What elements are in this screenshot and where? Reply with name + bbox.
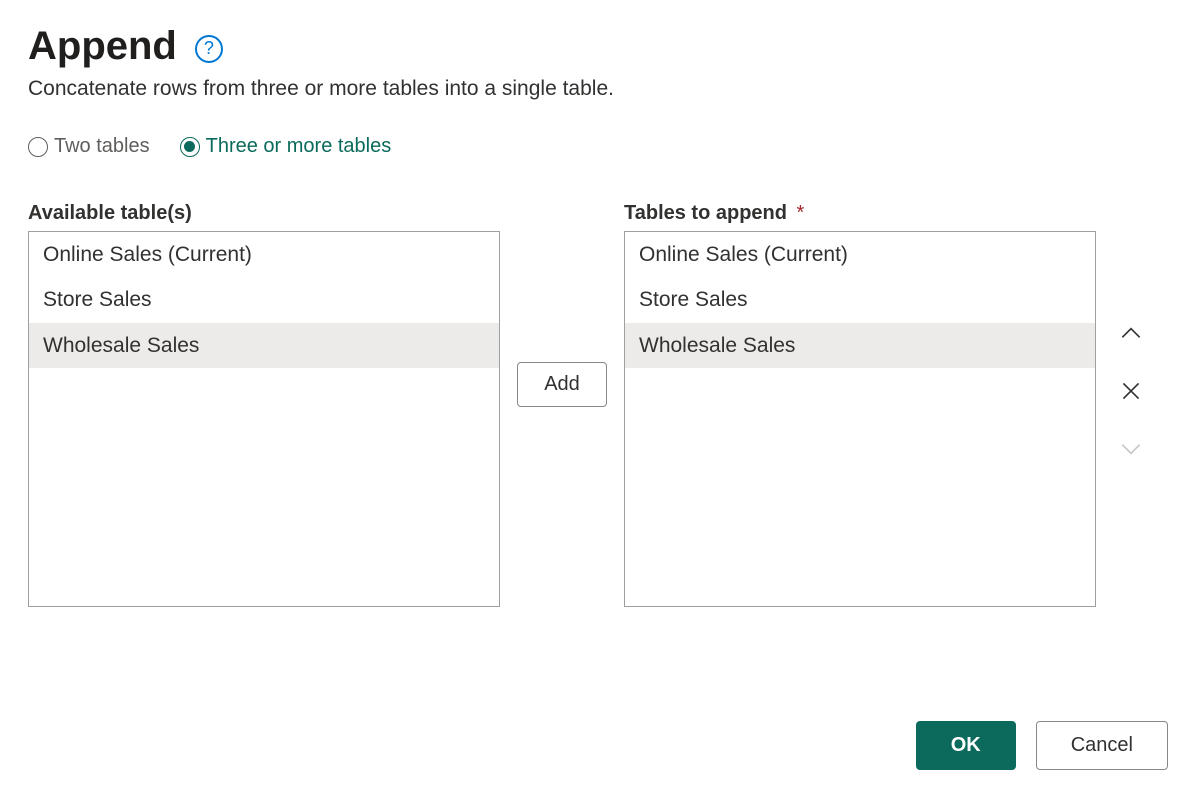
dialog-title: Append <box>28 24 177 69</box>
available-table-item[interactable]: Store Sales <box>29 277 499 322</box>
append-table-item[interactable]: Wholesale Sales <box>625 323 1095 368</box>
chevron-down-icon <box>1118 436 1144 462</box>
radio-three-or-more-label: Three or more tables <box>206 135 392 158</box>
dialog-description: Concatenate rows from three or more tabl… <box>28 77 1168 101</box>
tables-to-append-listbox[interactable]: Online Sales (Current)Store SalesWholesa… <box>624 231 1096 607</box>
close-icon <box>1118 378 1144 404</box>
remove-button[interactable] <box>1116 376 1146 406</box>
chevron-up-icon <box>1118 320 1144 346</box>
add-button[interactable]: Add <box>517 362 607 407</box>
available-tables-label: Available table(s) <box>28 202 500 225</box>
tables-to-append-label: Tables to append * <box>624 202 1096 225</box>
ok-button[interactable]: OK <box>916 721 1016 770</box>
available-table-item[interactable]: Wholesale Sales <box>29 323 499 368</box>
reorder-controls <box>1096 202 1166 607</box>
move-down-button[interactable] <box>1116 434 1146 464</box>
move-up-button[interactable] <box>1116 318 1146 348</box>
available-tables-listbox[interactable]: Online Sales (Current)Store SalesWholesa… <box>28 231 500 607</box>
required-indicator: * <box>797 202 805 224</box>
radio-two-tables-label: Two tables <box>54 135 150 158</box>
append-table-item[interactable]: Store Sales <box>625 277 1095 322</box>
tables-to-append-label-text: Tables to append <box>624 202 787 224</box>
radio-circle-icon <box>28 137 48 157</box>
radio-three-or-more-tables[interactable]: Three or more tables <box>180 135 392 158</box>
radio-two-tables[interactable]: Two tables <box>28 135 150 158</box>
help-icon[interactable]: ? <box>195 35 223 63</box>
radio-circle-icon <box>180 137 200 157</box>
available-table-item[interactable]: Online Sales (Current) <box>29 232 499 277</box>
cancel-button[interactable]: Cancel <box>1036 721 1168 770</box>
append-table-item[interactable]: Online Sales (Current) <box>625 232 1095 277</box>
table-count-radio-group: Two tables Three or more tables <box>28 135 1168 158</box>
radio-dot-icon <box>184 141 195 152</box>
